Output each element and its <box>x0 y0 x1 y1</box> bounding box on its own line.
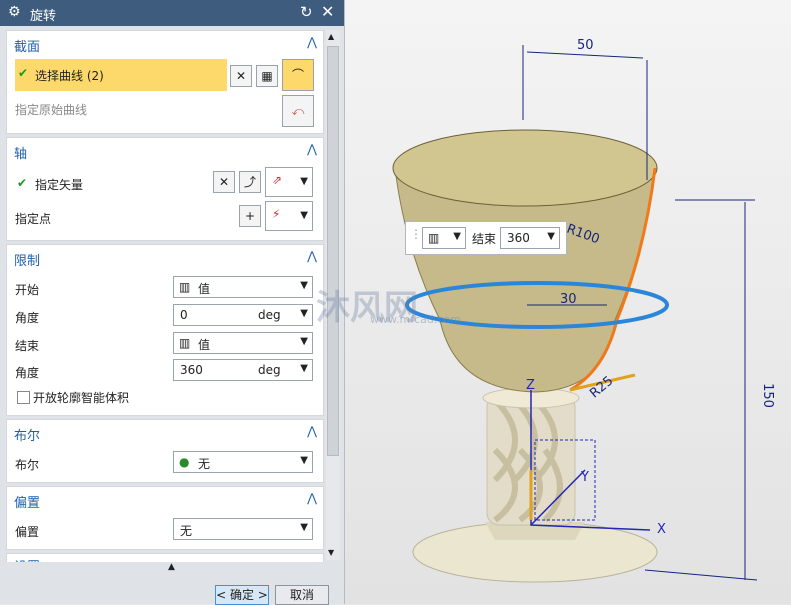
specify-original-label: 指定原始曲线 <box>15 103 88 117</box>
curve-rule-icon[interactable]: ▦ <box>256 65 278 87</box>
end-angle-label: 角度 <box>15 366 40 380</box>
curve-icon[interactable]: ⌒ <box>282 59 314 91</box>
limits-panel: 限制 ⋀ 开始 ▥ 值 ▼ 角度 0 deg ▼ 结束 ▥ 值 ▼ 角度 360… <box>6 244 324 416</box>
watermark-url: www.mfcad.com <box>370 313 461 326</box>
ok-button[interactable]: < 确定 > <box>215 585 269 605</box>
offset-dropdown[interactable]: 无 ▼ <box>173 518 313 540</box>
offset-panel: 偏置 ⋀ 偏置 无 ▼ <box>6 486 324 550</box>
expand-icon[interactable]: ▲ <box>168 562 175 572</box>
dimension-50[interactable]: 50 <box>577 38 594 53</box>
z-axis-label: Z <box>526 378 535 393</box>
value-icon: ▥ <box>179 336 191 350</box>
value-icon: ▥ <box>179 280 191 294</box>
start-label: 开始 <box>15 283 40 297</box>
dialog-title: 旋转 <box>30 9 57 24</box>
boolean-dropdown[interactable]: ● 无 ▼ <box>173 451 313 473</box>
check-icon: ✔ <box>17 176 28 190</box>
axis-panel: 轴 ⋀ ✔ 指定矢量 ✕ ⤴ ⇗ ▼ 指定点 + ⚡ ▼ <box>6 137 324 241</box>
boolean-panel: 布尔 ⋀ 布尔 ● 无 ▼ <box>6 419 324 483</box>
section-panel: 截面 ⋀ ✔ 选择曲线 (2) ✕ ▦ ⌒ 指定原始曲线 ⤺ <box>6 30 324 134</box>
close-icon[interactable]: ✕ <box>321 2 334 21</box>
collapse-icon[interactable]: ⋀ <box>307 249 317 263</box>
specify-vector-label: 指定矢量 <box>35 178 84 192</box>
x-axis-label: X <box>657 522 666 537</box>
gear-icon[interactable]: ⚙ <box>8 4 21 20</box>
reset-icon[interactable]: ↻ <box>300 3 313 21</box>
select-curve-row[interactable]: ✔ 选择曲线 (2) <box>15 59 227 91</box>
collapse-icon[interactable]: ⋀ <box>307 424 317 438</box>
point-icon: ⚡ <box>272 207 281 221</box>
scroll-up-icon[interactable]: ▲ <box>328 32 334 41</box>
reverse-direction-icon[interactable]: ✕ <box>213 171 235 193</box>
start-angle-label: 角度 <box>15 311 40 325</box>
more-bar[interactable]: ▲ <box>0 562 344 576</box>
end-angle-input[interactable]: 360 deg ▼ <box>173 359 313 381</box>
cancel-button[interactable]: 取消 <box>275 585 329 605</box>
select-curve-label: 选择曲线 (2) <box>35 69 104 83</box>
scrollbar-thumb[interactable] <box>327 46 339 456</box>
vector-icon: ⇗ <box>272 173 283 187</box>
boolean-header[interactable]: 布尔 <box>14 425 40 444</box>
end-limit-onscreen-input: ⋮ ▥ ▼ 结束 360 ▼ <box>405 221 567 255</box>
collapse-icon[interactable]: ⋀ <box>307 491 317 505</box>
axis-header[interactable]: 轴 <box>14 143 27 162</box>
point-dropdown[interactable]: ⚡ ▼ <box>265 201 313 231</box>
limits-header[interactable]: 限制 <box>14 250 40 269</box>
original-curve-icon[interactable]: ⤺ <box>282 95 314 127</box>
section-header[interactable]: 截面 <box>14 36 40 55</box>
specify-point-label: 指定点 <box>15 212 52 226</box>
onscreen-end-label: 结束 <box>472 232 497 246</box>
boolean-label: 布尔 <box>15 458 40 472</box>
y-axis-label: Y <box>581 470 589 485</box>
dialog-titlebar: ⚙ 旋转 ↻ ✕ <box>0 0 344 26</box>
check-icon: ✔ <box>18 66 29 80</box>
vector-dialog-icon[interactable]: ⤴ <box>239 171 261 193</box>
point-dialog-icon[interactable]: + <box>239 205 261 227</box>
onscreen-end-input[interactable]: 360 ▼ <box>500 227 560 249</box>
drag-handle-icon[interactable]: ⋮ <box>410 227 422 241</box>
boolean-icon: ● <box>179 455 190 469</box>
vector-dropdown[interactable]: ⇗ ▼ <box>265 167 313 197</box>
open-profile-label: 开放轮廓智能体积 <box>33 391 130 405</box>
offset-header[interactable]: 偏置 <box>14 492 40 511</box>
start-type-dropdown[interactable]: ▥ 值 ▼ <box>173 276 313 298</box>
revolve-dialog: ⚙ 旋转 ↻ ✕ 截面 ⋀ ✔ 选择曲线 (2) ✕ ▦ ⌒ 指定原始曲线 ⤺ … <box>0 0 345 605</box>
scroll-down-icon[interactable]: ▼ <box>328 548 334 557</box>
reverse-direction-icon[interactable]: ✕ <box>230 65 252 87</box>
dimension-30[interactable]: 30 <box>560 292 577 307</box>
onscreen-type-dropdown[interactable]: ▥ ▼ <box>422 227 466 249</box>
collapse-icon[interactable]: ⋀ <box>307 142 317 156</box>
open-profile-checkbox[interactable] <box>17 391 30 404</box>
dimension-150[interactable]: 150 <box>760 383 775 408</box>
end-label: 结束 <box>15 339 40 353</box>
end-type-dropdown[interactable]: ▥ 值 ▼ <box>173 332 313 354</box>
value-icon: ▥ <box>428 231 440 245</box>
collapse-icon[interactable]: ⋀ <box>307 35 317 49</box>
start-angle-input[interactable]: 0 deg ▼ <box>173 304 313 326</box>
offset-label: 偏置 <box>15 525 40 539</box>
